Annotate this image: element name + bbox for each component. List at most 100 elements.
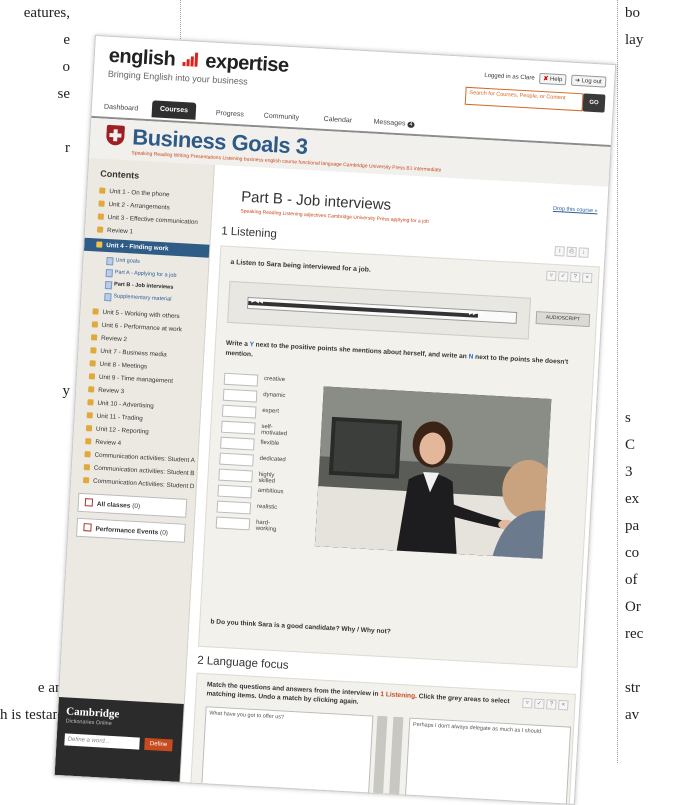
magazine-line: av bbox=[625, 707, 640, 723]
logout-button[interactable]: ➜ Log out bbox=[570, 74, 606, 88]
answer-input[interactable] bbox=[219, 452, 254, 467]
magazine-line: bo bbox=[625, 5, 640, 21]
sidebar-item-label: Unit 11 - Trading bbox=[96, 412, 143, 422]
sidebar-item-label: Review 2 bbox=[100, 334, 128, 343]
match-select-area-right[interactable] bbox=[389, 716, 404, 796]
audioscript-button[interactable]: AUDIOSCRIPT bbox=[535, 311, 591, 328]
word-row: self-motivated bbox=[220, 419, 287, 437]
folder-icon bbox=[91, 321, 99, 328]
logout-label: Log out bbox=[581, 78, 602, 86]
section-title-language-focus: 2 Language focus bbox=[196, 654, 289, 672]
document-icon bbox=[105, 268, 113, 278]
word-list: creative dynamic expert self-motivated flexi… bbox=[215, 371, 287, 533]
magazine-line bbox=[0, 189, 70, 216]
close-icon[interactable]: × bbox=[581, 272, 593, 284]
drop-course-link[interactable]: Drop this course » bbox=[553, 206, 598, 214]
magazine-line bbox=[0, 432, 70, 459]
define-button[interactable]: Define bbox=[144, 737, 173, 752]
folder-icon bbox=[82, 477, 90, 484]
part-tags[interactable]: Speaking Reading Listening adjectives Ca… bbox=[240, 208, 429, 225]
tab-progress[interactable]: Progress bbox=[209, 107, 250, 122]
instr-part-2: next to the positive points she mentions… bbox=[253, 341, 469, 361]
folder-icon bbox=[88, 386, 95, 393]
folder-icon bbox=[87, 399, 94, 406]
folder-icon bbox=[85, 438, 92, 445]
magazine-line bbox=[625, 270, 678, 297]
magazine-line bbox=[0, 405, 70, 432]
magazine-line: pa bbox=[625, 518, 640, 534]
sidebar-item-label: Review 1 bbox=[106, 226, 134, 235]
tab-dashboard[interactable]: Dashboard bbox=[98, 100, 145, 116]
sidebar-item-label: Unit 4 - Finding work bbox=[106, 241, 169, 252]
word-label: dynamic bbox=[263, 391, 286, 400]
sidebar-item-label: Communication Activities: Student D bbox=[92, 477, 195, 490]
folder-icon bbox=[90, 347, 97, 354]
events-icon bbox=[83, 523, 92, 532]
magazine-line: s bbox=[625, 410, 631, 426]
tab-calendar[interactable]: Calendar bbox=[317, 113, 358, 128]
magazine-line bbox=[0, 351, 70, 378]
folder-icon bbox=[83, 464, 91, 471]
magazine-line bbox=[625, 351, 678, 378]
answer-input[interactable] bbox=[223, 372, 259, 387]
search-go-button[interactable]: GO bbox=[582, 93, 606, 113]
help-button[interactable]: ✘ Help bbox=[539, 72, 567, 86]
match-select-area-left[interactable] bbox=[373, 715, 388, 795]
instr-part-1: Write a bbox=[225, 339, 250, 349]
download-icon[interactable]: ↓ bbox=[578, 247, 589, 258]
interview-photo-image bbox=[314, 386, 552, 559]
app-screenshot: english expertise Bringing English into … bbox=[53, 35, 617, 805]
volume-icon[interactable]: ▶▶ ▮▮ bbox=[469, 310, 484, 317]
match-question-box[interactable]: What have you got to offer us? bbox=[201, 706, 374, 794]
filter-icon[interactable]: ▿ bbox=[545, 270, 557, 282]
performance-events-count: (0) bbox=[159, 529, 169, 537]
login-status: Logged in as Clare ✘ Help ➜ Log out bbox=[484, 70, 606, 88]
answer-input[interactable] bbox=[217, 484, 253, 499]
define-word-input[interactable]: Define a word... bbox=[64, 733, 140, 750]
sidebar-subitem-label: Unit goals bbox=[115, 257, 141, 265]
info-icon[interactable]: ? bbox=[569, 271, 581, 283]
listening-link[interactable]: 1 Listening bbox=[380, 691, 415, 700]
answer-input[interactable] bbox=[216, 500, 252, 515]
section-title-listening: 1 Listening bbox=[220, 225, 278, 241]
answer-input[interactable] bbox=[222, 388, 258, 403]
main-content: Part B - Job interviews Speaking Reading… bbox=[180, 164, 609, 805]
check-icon[interactable]: ✓ bbox=[557, 271, 569, 282]
sidebar-subitem-label: Part A - Applying for a job bbox=[114, 269, 177, 279]
calendar-icon bbox=[84, 498, 94, 507]
expand-icon[interactable]: ↕ bbox=[554, 246, 565, 257]
answer-input[interactable] bbox=[221, 404, 257, 419]
answer-input[interactable] bbox=[218, 468, 253, 483]
magazine-line: 3 bbox=[625, 464, 633, 480]
match-answer-box[interactable]: Perhaps I don't always delegate as much … bbox=[405, 717, 572, 805]
folder-icon bbox=[98, 200, 105, 207]
close-icon[interactable]: × bbox=[558, 699, 569, 711]
magazine-line: eatures, bbox=[23, 5, 70, 21]
search-input[interactable]: Search for Courses, People, or Content bbox=[464, 86, 584, 112]
info-icon[interactable]: ? bbox=[546, 699, 557, 710]
logo-word-expertise: expertise bbox=[204, 50, 290, 77]
answer-input[interactable] bbox=[220, 436, 255, 451]
document-icon bbox=[104, 292, 112, 302]
rewind-icon[interactable]: ▶◀◀ bbox=[251, 298, 263, 305]
interview-photo bbox=[314, 386, 552, 559]
matching-exercise: ▿ ✓? × Match the questions and answers fro… bbox=[190, 672, 576, 805]
tab-courses[interactable]: Courses bbox=[151, 100, 197, 120]
exercise-instructions: Write a Y next to the positive points sh… bbox=[225, 339, 586, 379]
magazine-line bbox=[0, 486, 70, 513]
magazine-line bbox=[0, 216, 70, 243]
folder-icon bbox=[99, 187, 106, 194]
folder-icon bbox=[88, 373, 96, 380]
performance-events-button[interactable]: Performance Events (0) bbox=[75, 517, 186, 543]
magazine-line bbox=[0, 162, 70, 189]
tab-community[interactable]: Community bbox=[257, 109, 305, 125]
print-icon[interactable]: ⎙ bbox=[566, 246, 577, 258]
all-classes-button[interactable]: All classes (0) bbox=[77, 492, 188, 518]
answer-input[interactable] bbox=[215, 516, 251, 531]
tab-messages[interactable]: Messages 4 bbox=[367, 115, 421, 131]
tab-messages-label: Messages bbox=[373, 118, 406, 128]
folder-icon bbox=[84, 451, 91, 458]
magazine-line bbox=[625, 189, 678, 216]
answer-input[interactable] bbox=[220, 420, 256, 435]
magazine-line bbox=[0, 297, 70, 324]
